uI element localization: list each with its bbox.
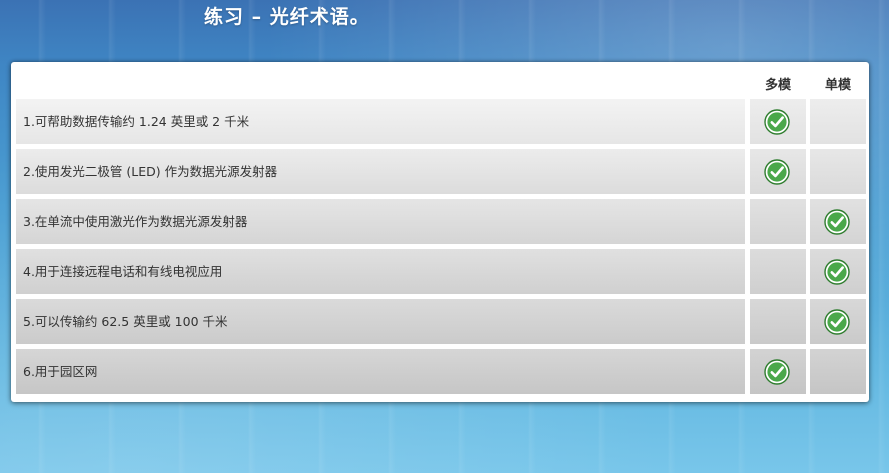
multimode-cell[interactable]: [750, 299, 806, 344]
row-label: 5.可以传输约 62.5 英里或 100 千米: [16, 299, 745, 344]
singlemode-cell[interactable]: [810, 299, 866, 344]
check-circle-icon: [824, 259, 850, 285]
page-title: 练习 – 光纤术语。: [204, 6, 370, 28]
check-circle-icon: [824, 309, 850, 335]
multimode-cell[interactable]: [750, 199, 806, 244]
singlemode-cell[interactable]: [810, 99, 866, 144]
singlemode-cell[interactable]: [810, 149, 866, 194]
row-label: 2.使用发光二极管 (LED) 作为数据光源发射器: [16, 149, 745, 194]
row-label: 1.可帮助数据传输约 1.24 英里或 2 千米: [16, 99, 745, 144]
multimode-cell[interactable]: [750, 99, 806, 144]
row-label: 6.用于园区网: [16, 349, 745, 394]
check-circle-icon: [764, 359, 790, 385]
fiber-terms-panel: 多模 单模 1.可帮助数据传输约 1.24 英里或 2 千米 2.使用发光二极管 …: [11, 62, 869, 402]
check-circle-icon: [764, 109, 790, 135]
multimode-cell[interactable]: [750, 149, 806, 194]
multimode-cell[interactable]: [750, 349, 806, 394]
multimode-cell[interactable]: [750, 249, 806, 294]
singlemode-cell[interactable]: [810, 349, 866, 394]
row-label: 3.在单流中使用激光作为数据光源发射器: [16, 199, 745, 244]
singlemode-cell[interactable]: [810, 199, 866, 244]
check-circle-icon: [764, 159, 790, 185]
singlemode-cell[interactable]: [810, 249, 866, 294]
column-header-multimode: 多模: [764, 78, 791, 93]
column-header-singlemode: 单模: [824, 78, 851, 93]
check-circle-icon: [824, 209, 850, 235]
row-label: 4.用于连接远程电话和有线电视应用: [16, 249, 745, 294]
